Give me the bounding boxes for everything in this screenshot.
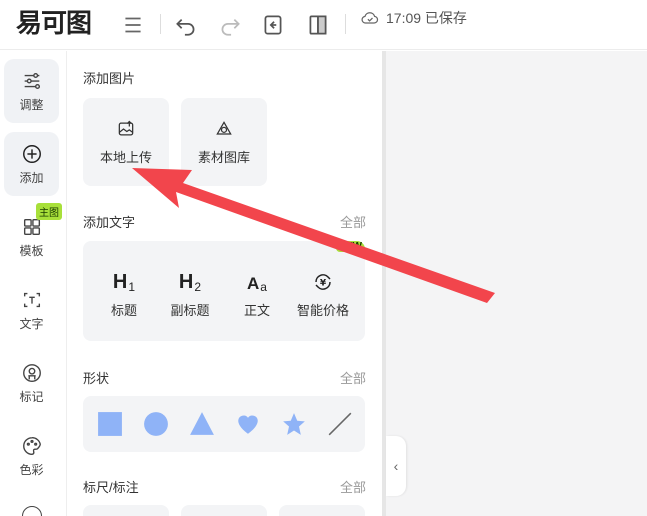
shapes-icon — [216, 120, 232, 135]
rail-item-adjust[interactable]: 调整 — [4, 59, 59, 123]
save-time: 17:09 已保存 — [386, 10, 467, 26]
palette-icon — [22, 436, 41, 455]
text-icon — [23, 292, 40, 307]
section-title-shapes: 形状 — [83, 371, 110, 386]
badge-main: 主图 — [36, 203, 62, 220]
circle-shape-icon[interactable] — [133, 396, 179, 452]
add-panel: 添加图片 本地上传 素材图库 添加文字 全部 H1 标题 H2 副标题 Aa 正… — [68, 51, 382, 516]
rail-label: 色彩 — [19, 462, 44, 477]
sliders-icon — [24, 72, 40, 89]
price-icon: ¥ — [311, 264, 335, 294]
collapse-panel-button[interactable]: ‹ — [386, 436, 406, 496]
section-title-add-text: 添加文字 — [83, 215, 136, 230]
toolbar-divider — [160, 14, 161, 34]
shape-card — [83, 396, 365, 452]
undo-icon[interactable] — [173, 12, 199, 38]
save-status: 17:09 已保存 — [360, 8, 467, 28]
upload-label: 本地上传 — [99, 149, 152, 165]
text-style-title[interactable]: H1 标题 — [89, 241, 159, 341]
rail-label: 模板 — [19, 243, 44, 258]
text-style-smart-price[interactable]: ¥ 智能价格 — [288, 241, 358, 341]
restore-icon[interactable] — [260, 12, 286, 38]
heart-shape-icon[interactable] — [225, 396, 271, 452]
h1-icon: H1 — [112, 270, 136, 294]
square-shape-icon[interactable] — [87, 396, 133, 452]
rail-item-text[interactable]: 文字 — [4, 278, 59, 342]
body-text-icon: Aa — [247, 273, 267, 294]
rail-label: 标记 — [19, 389, 44, 404]
cloud-check-icon — [361, 12, 379, 24]
text-style-body[interactable]: Aa 正文 — [222, 241, 292, 341]
menu-icon[interactable] — [120, 12, 146, 38]
ruler-item[interactable] — [279, 505, 365, 516]
section-title-add-image: 添加图片 — [83, 71, 136, 86]
ruler-item[interactable] — [83, 505, 169, 516]
stamp-icon — [22, 363, 41, 382]
svg-text:¥: ¥ — [320, 278, 327, 288]
ruler-all-link[interactable]: 全部 — [340, 477, 366, 496]
text-style-subtitle[interactable]: H2 副标题 — [155, 241, 225, 341]
rail-label: 添加 — [19, 170, 44, 185]
line-shape-icon[interactable] — [317, 396, 363, 452]
rail-label: 文字 — [19, 316, 44, 331]
asset-library-label: 素材图库 — [197, 149, 250, 165]
ruler-item[interactable] — [181, 505, 267, 516]
h2-icon: H2 — [178, 270, 202, 294]
rail-item-add[interactable]: 添加 — [4, 132, 59, 196]
plus-circle-icon — [22, 144, 41, 163]
app-logo[interactable]: 易可图 — [16, 3, 92, 40]
text-style-card: H1 标题 H2 副标题 Aa 正文 ¥ 智能价格 NEW — [83, 241, 365, 341]
chevron-left-icon: ‹ — [393, 458, 399, 474]
left-rail: 调整 添加 模板 主图 文字 标记 色彩 — [0, 51, 67, 516]
shapes-all-link[interactable]: 全部 — [340, 368, 366, 387]
new-badge: NEW — [335, 241, 365, 252]
add-text-all-link[interactable]: 全部 — [340, 212, 366, 231]
upload-image-icon — [118, 120, 134, 135]
toolbar-divider — [345, 14, 346, 34]
rail-item-mark[interactable]: 标记 — [4, 351, 59, 415]
canvas-area[interactable] — [386, 51, 647, 516]
more-icon[interactable] — [22, 506, 42, 516]
top-toolbar: 易可图 17:09 已保存 — [0, 0, 647, 50]
triangle-shape-icon[interactable] — [179, 396, 225, 452]
rail-label: 调整 — [19, 97, 44, 112]
compare-icon[interactable] — [305, 12, 331, 38]
local-upload-button[interactable]: 本地上传 — [83, 98, 169, 186]
rail-item-color[interactable]: 色彩 — [4, 424, 59, 488]
asset-library-button[interactable]: 素材图库 — [181, 98, 267, 186]
star-shape-icon[interactable] — [271, 396, 317, 452]
section-title-ruler: 标尺/标注 — [83, 480, 139, 495]
redo-icon[interactable] — [217, 12, 243, 38]
